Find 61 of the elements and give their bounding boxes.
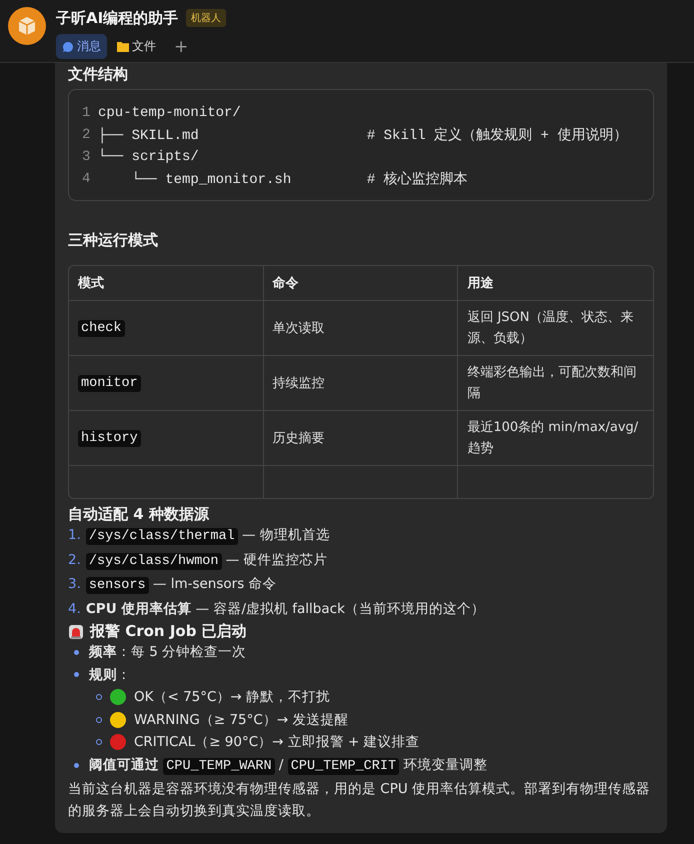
inline-code: CPU_TEMP_WARN <box>163 758 275 774</box>
rule-text: OK（< 75°C）→ 静默，不打扰 <box>134 688 330 707</box>
code-line: ├── SKILL.md # Skill 定义（触发规则 + 使用说明） <box>98 126 628 144</box>
inline-code: sensors <box>86 577 149 594</box>
table-cell: 最近100条的 min/max/avg/趋势 <box>458 411 653 466</box>
table-cell: 持续监控 <box>264 356 458 411</box>
folder-icon <box>117 41 129 52</box>
list-text: 频率：每 5 分钟检查一次 <box>89 644 246 660</box>
line-number: 3 <box>82 149 92 165</box>
code-line: └── temp_monitor.sh # 核心监控脚本 <box>130 170 468 188</box>
bot-badge: 机器人 <box>186 9 226 27</box>
column-header: 用途 <box>458 266 653 301</box>
note-paragraph: 当前这台机器是容器环境没有物理传感器，用的是 CPU 使用率估算模式。部署到有物理传感器的服务器上会自动切换到真实温度读取。 <box>68 780 652 821</box>
list-text: — 物理机首选 <box>241 527 330 543</box>
section-heading: 自动适配 4 种数据源 <box>68 505 210 524</box>
siren-icon <box>68 624 84 640</box>
cube-icon <box>16 15 38 37</box>
inline-code: /sys/class/hwmon <box>86 552 222 570</box>
bullet-icon <box>74 763 79 768</box>
inline-code: /sys/class/thermal <box>86 528 238 545</box>
section-heading: 三种运行模式 <box>68 231 159 251</box>
column-header: 命令 <box>264 266 458 301</box>
tab[interactable]: 消息 <box>56 34 107 59</box>
line-number: 4 <box>82 171 92 187</box>
code-line: └── scripts/ <box>98 149 199 165</box>
column-header: 模式 <box>69 266 264 301</box>
bullet-icon <box>96 716 102 723</box>
table-cell: 单次读取 <box>264 301 458 356</box>
list-text: — 硬件监控芯片 <box>224 552 328 568</box>
table-cell: 终端彩色输出，可配次数和间隔 <box>458 356 653 411</box>
list-text: CPU 使用率估算 — 容器/虚拟机 fallback（当前环境用的这个） <box>86 600 485 616</box>
bullet-icon <box>74 672 79 678</box>
list-text: — lm-sensors 命令 <box>152 576 277 592</box>
list-text: 环境变量调整 <box>402 756 488 772</box>
list-number: 3. <box>68 575 81 594</box>
list-number: 2. <box>68 550 81 570</box>
line-number: 1 <box>82 105 92 121</box>
rule-text: CRITICAL（≥ 90°C）→ 立即报警 + 建议排查 <box>134 733 420 752</box>
bullet-icon <box>74 650 79 655</box>
list-number: 1. <box>68 526 81 545</box>
inline-code: check <box>78 320 125 337</box>
list-text: 规则： <box>89 666 131 682</box>
table-cell: 返回 JSON（温度、状态、来源、负载） <box>458 301 653 356</box>
inline-code: monitor <box>78 375 141 392</box>
add-tab-button[interactable]: + <box>166 36 196 56</box>
tab[interactable]: 文件 <box>111 34 162 59</box>
section-heading: 报警 Cron Job 已启动 <box>90 622 247 641</box>
inline-code: history <box>78 430 141 447</box>
code-line: cpu-temp-monitor/ <box>98 105 241 121</box>
inline-code: CPU_TEMP_CRIT <box>288 758 400 774</box>
chat-bubble-icon <box>62 40 74 52</box>
section-heading: 文件结构 <box>68 64 129 85</box>
list-number: 4. <box>68 600 81 618</box>
list-text: / <box>278 756 284 772</box>
list-text: 阈值可通过 <box>89 756 160 772</box>
chat-title: 子昕AI编程的助手 <box>56 8 178 28</box>
bullet-icon <box>96 739 102 746</box>
bullet-icon <box>96 694 102 700</box>
rule-text: WARNING（≥ 75°C）→ 发送提醒 <box>134 710 348 730</box>
table-cell: 历史摘要 <box>264 411 458 466</box>
line-number: 2 <box>82 127 92 143</box>
